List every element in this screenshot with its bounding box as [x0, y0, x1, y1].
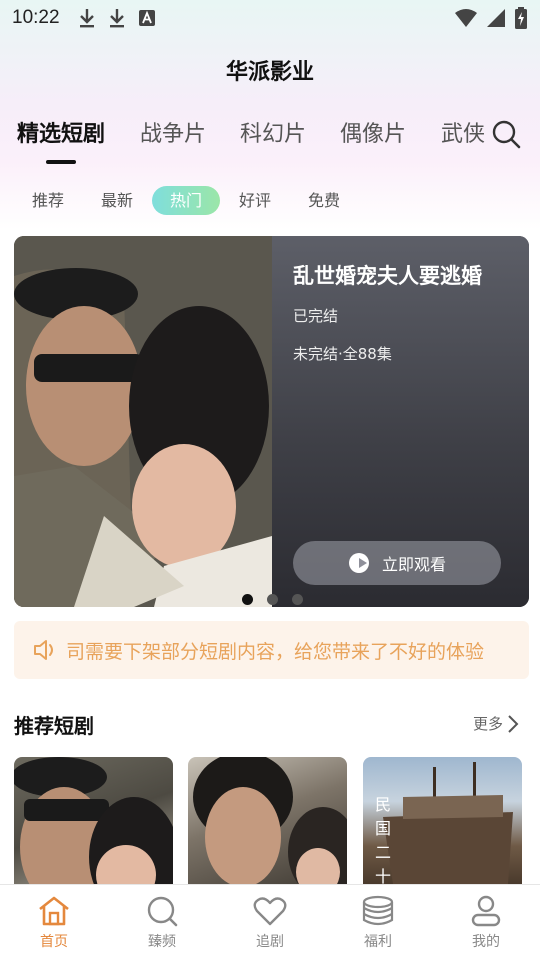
- nav-profile-label: 我的: [472, 934, 500, 950]
- section-title-recommended: 推荐短剧: [14, 714, 94, 738]
- tab-war[interactable]: 战争片: [140, 116, 206, 148]
- nav-following-label: 追剧: [256, 934, 284, 950]
- watch-now-label: 立即观看: [381, 555, 446, 574]
- nav-following[interactable]: 追剧: [235, 895, 305, 951]
- card-overlay-text: 民国二十: [375, 795, 392, 884]
- search-button[interactable]: [490, 118, 522, 150]
- notice-text: 司需要下架部分短剧内容，给您带来了不好的体验: [66, 640, 485, 663]
- filter-recommended[interactable]: 推荐: [18, 186, 78, 215]
- banner-info-panel: 乱世婚宠夫人要逃婚 已完结 未完结·全88集 立即观看: [272, 236, 529, 607]
- cellular-icon: [487, 9, 505, 27]
- search-icon: [492, 120, 521, 149]
- coins-icon: [362, 895, 394, 926]
- carousel-dot[interactable]: [292, 594, 303, 605]
- tab-idol[interactable]: 偶像片: [340, 116, 406, 148]
- banner-title: 乱世婚宠夫人要逃婚: [293, 264, 482, 288]
- card-poster-image: [14, 757, 173, 884]
- nav-welfare[interactable]: 福利: [343, 895, 413, 951]
- drama-card[interactable]: [188, 757, 347, 884]
- heart-icon: [253, 897, 287, 926]
- status-bar: 10:22: [0, 0, 540, 36]
- tab-wuxia[interactable]: 武侠: [441, 116, 485, 148]
- notice-bar[interactable]: 司需要下架部分短剧内容，给您带来了不好的体验: [14, 621, 529, 679]
- tab-scifi[interactable]: 科幻片: [240, 116, 306, 148]
- filter-hot[interactable]: 热门: [152, 186, 220, 215]
- nav-discover[interactable]: 臻频: [127, 895, 197, 951]
- play-icon: [348, 553, 369, 573]
- user-icon: [471, 895, 501, 927]
- download-icon: [79, 9, 94, 28]
- speaker-icon: [34, 640, 53, 660]
- featured-banner[interactable]: 乱世婚宠夫人要逃婚 已完结 未完结·全88集 立即观看: [14, 236, 529, 607]
- filter-latest[interactable]: 最新: [87, 186, 147, 215]
- nav-home-label: 首页: [40, 934, 68, 950]
- wifi-icon: [455, 9, 477, 27]
- card-poster-image: [193, 757, 347, 884]
- drama-card[interactable]: [14, 757, 173, 884]
- download-icon: [109, 9, 124, 28]
- drama-card[interactable]: 民国二十: [363, 757, 522, 884]
- font-a-icon: [138, 10, 155, 26]
- active-tab-indicator: [46, 160, 76, 164]
- filter-free[interactable]: 免费: [294, 186, 354, 215]
- battery-charging-icon: [515, 7, 527, 29]
- nav-discover-label: 臻频: [148, 934, 176, 950]
- category-tab-bar: 精选短剧 战争片 科幻片 偶像片 武侠: [0, 116, 490, 160]
- home-icon: [39, 896, 69, 926]
- tab-featured-shorts[interactable]: 精选短剧: [17, 116, 105, 148]
- more-label: 更多: [473, 715, 504, 733]
- filter-bar: 推荐 最新 热门 好评 免费: [0, 186, 540, 216]
- more-link[interactable]: 更多: [473, 713, 519, 734]
- banner-poster-image[interactable]: [14, 236, 272, 607]
- carousel-dot[interactable]: [242, 594, 253, 605]
- carousel-dot[interactable]: [267, 594, 278, 605]
- filter-top-rated[interactable]: 好评: [225, 186, 285, 215]
- nav-profile[interactable]: 我的: [451, 895, 521, 951]
- bottom-nav: 首页 臻频 追剧 福利 我的: [0, 884, 540, 960]
- chevron-right-icon: [508, 714, 519, 733]
- watch-now-button[interactable]: 立即观看: [293, 541, 501, 585]
- carousel-dots: [242, 594, 303, 605]
- banner-episodes: 未完结·全88集: [293, 345, 392, 363]
- nav-welfare-label: 福利: [364, 934, 392, 950]
- nav-home[interactable]: 首页: [19, 895, 89, 951]
- search-icon: [147, 896, 178, 927]
- status-time: 10:22: [12, 7, 60, 28]
- poster-illustration: [14, 236, 272, 607]
- banner-status: 已完结: [293, 307, 339, 325]
- app-title: 华派影业: [225, 60, 314, 85]
